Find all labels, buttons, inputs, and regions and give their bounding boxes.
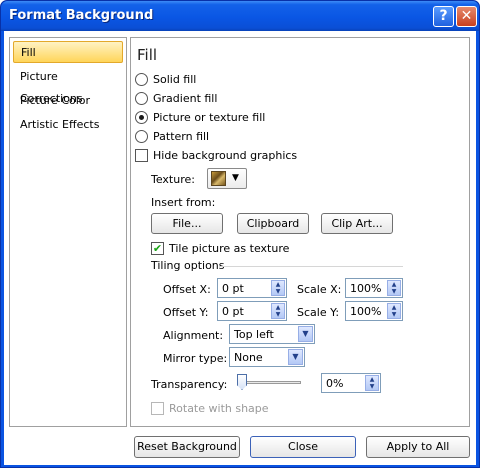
chevron-down-icon: ▼ bbox=[232, 173, 239, 183]
picture-texture-fill-option[interactable]: Picture or texture fill bbox=[135, 109, 265, 125]
transparency-value: 0% bbox=[326, 377, 344, 390]
texture-label: Texture: bbox=[151, 173, 195, 186]
apply-to-all-button[interactable]: Apply to All bbox=[366, 436, 470, 458]
tile-picture-checkbox[interactable]: ✔ bbox=[151, 241, 164, 255]
tiling-options-divider bbox=[219, 266, 403, 267]
transparency-spinner[interactable]: 0% ▲ ▼ bbox=[321, 373, 381, 393]
texture-picker-button[interactable]: ▼ bbox=[207, 168, 247, 189]
reset-background-button[interactable]: Reset Background bbox=[134, 436, 240, 458]
gradient-fill-label: Gradient fill bbox=[153, 91, 218, 105]
file-button[interactable]: File... bbox=[151, 213, 223, 234]
rotate-with-shape-checkbox[interactable] bbox=[151, 401, 164, 415]
offset-x-value: 0 pt bbox=[222, 282, 244, 295]
tile-picture-label: Tile picture as texture bbox=[169, 241, 290, 255]
picture-texture-fill-radio[interactable] bbox=[135, 110, 148, 124]
nav-item-picture-color[interactable]: Picture Color bbox=[13, 90, 123, 112]
solid-fill-label: Solid fill bbox=[153, 72, 197, 86]
scale-x-value: 100% bbox=[350, 282, 382, 295]
spinner-arrows-icon[interactable]: ▲ ▼ bbox=[365, 375, 379, 391]
hide-background-graphics-checkbox[interactable] bbox=[135, 148, 148, 162]
dialog-title: Format Background bbox=[9, 8, 154, 23]
offset-x-label: Offset X: bbox=[163, 283, 211, 296]
offset-y-spinner[interactable]: 0 pt ▲ ▼ bbox=[217, 301, 287, 321]
tiling-options-label: Tiling options bbox=[151, 259, 225, 272]
help-button[interactable]: ? bbox=[433, 6, 454, 27]
transparency-label: Transparency: bbox=[151, 378, 228, 391]
offset-y-value: 0 pt bbox=[222, 305, 244, 318]
mirror-type-value: None bbox=[234, 351, 263, 364]
pattern-fill-option[interactable]: Pattern fill bbox=[135, 128, 209, 144]
picture-texture-fill-label: Picture or texture fill bbox=[153, 110, 266, 124]
texture-swatch-icon bbox=[211, 171, 226, 186]
gradient-fill-option[interactable]: Gradient fill bbox=[135, 90, 217, 106]
spinner-arrows-icon[interactable]: ▲ ▼ bbox=[271, 303, 285, 319]
hide-background-graphics-option[interactable]: Hide background graphics bbox=[135, 147, 297, 163]
scale-x-spinner[interactable]: 100% ▲ ▼ bbox=[345, 278, 403, 298]
offset-x-spinner[interactable]: 0 pt ▲ ▼ bbox=[217, 278, 287, 298]
transparency-slider-thumb[interactable] bbox=[237, 374, 247, 390]
category-list: Fill Picture Corrections Picture Color A… bbox=[9, 37, 127, 427]
pattern-fill-radio[interactable] bbox=[135, 129, 148, 143]
close-window-button[interactable]: ✕ bbox=[456, 6, 477, 27]
scale-y-spinner[interactable]: 100% ▲ ▼ bbox=[345, 301, 403, 321]
spinner-arrows-icon[interactable]: ▲ ▼ bbox=[387, 303, 401, 319]
spinner-arrows-icon[interactable]: ▲ ▼ bbox=[387, 280, 401, 296]
offset-y-label: Offset Y: bbox=[163, 306, 209, 319]
clipboard-button[interactable]: Clipboard bbox=[237, 213, 309, 234]
fill-panel: Fill Solid fill Gradient fill Picture or… bbox=[130, 37, 470, 427]
solid-fill-radio[interactable] bbox=[135, 72, 148, 86]
chevron-down-icon[interactable]: ▼ bbox=[298, 326, 313, 342]
title-bar: Format Background ? ✕ bbox=[1, 1, 479, 31]
scale-y-value: 100% bbox=[350, 305, 382, 318]
alignment-dropdown[interactable]: Top left ▼ bbox=[229, 324, 315, 344]
pattern-fill-label: Pattern fill bbox=[153, 129, 210, 143]
scale-x-label: Scale X: bbox=[297, 283, 342, 296]
hide-background-graphics-label: Hide background graphics bbox=[153, 148, 298, 162]
format-background-dialog: Format Background ? ✕ Fill Picture Corre… bbox=[0, 0, 480, 468]
gradient-fill-radio[interactable] bbox=[135, 91, 148, 105]
rotate-with-shape-label: Rotate with shape bbox=[169, 401, 269, 415]
tile-picture-option[interactable]: ✔ Tile picture as texture bbox=[151, 240, 289, 256]
nav-item-picture-corrections[interactable]: Picture Corrections bbox=[13, 66, 123, 105]
panel-heading: Fill bbox=[137, 46, 158, 64]
alignment-label: Alignment: bbox=[163, 329, 224, 342]
nav-item-artistic-effects[interactable]: Artistic Effects bbox=[13, 114, 123, 136]
scale-y-label: Scale Y: bbox=[297, 306, 340, 319]
rotate-with-shape-option[interactable]: Rotate with shape bbox=[151, 400, 269, 416]
solid-fill-option[interactable]: Solid fill bbox=[135, 71, 196, 87]
dialog-body: Fill Picture Corrections Picture Color A… bbox=[4, 31, 476, 465]
spinner-arrows-icon[interactable]: ▲ ▼ bbox=[271, 280, 285, 296]
chevron-down-icon[interactable]: ▼ bbox=[288, 349, 303, 365]
mirror-type-label: Mirror type: bbox=[163, 352, 228, 365]
clip-art-button[interactable]: Clip Art... bbox=[321, 213, 393, 234]
alignment-value: Top left bbox=[234, 328, 274, 341]
close-button[interactable]: Close bbox=[250, 436, 356, 458]
nav-item-fill[interactable]: Fill bbox=[13, 41, 123, 63]
mirror-type-dropdown[interactable]: None ▼ bbox=[229, 347, 305, 367]
insert-from-label: Insert from: bbox=[151, 196, 216, 209]
